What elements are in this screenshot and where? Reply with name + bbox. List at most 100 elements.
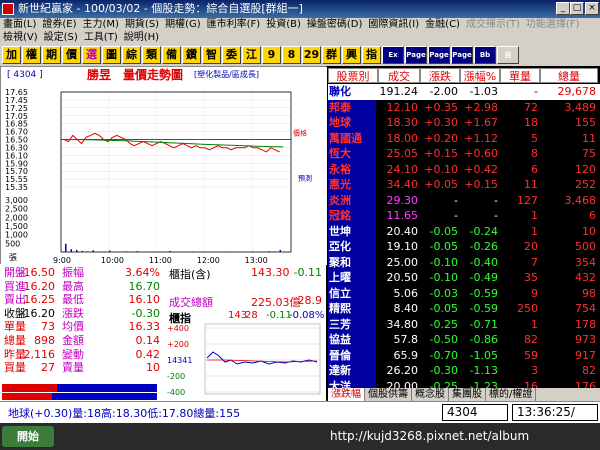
toolbar-button-5[interactable]: 圖 (102, 46, 121, 64)
toolbar-button-20[interactable]: Page (405, 46, 427, 64)
table-cell: 3,468 (564, 193, 597, 207)
table-row[interactable]: 地球 18.30 +0.30 +1.67 18 155 (328, 115, 600, 131)
table-header-5[interactable]: 總量 (540, 68, 598, 83)
toolbar-button-16[interactable]: 群 (322, 46, 341, 64)
toolbar-button-1[interactable]: 權 (22, 46, 41, 64)
table-cell: 7 (531, 255, 538, 269)
table-cell: 98 (582, 286, 596, 300)
menu2-item-2[interactable]: 工具(T) (84, 32, 118, 43)
toolbar-button-7[interactable]: 類 (142, 46, 161, 64)
table-cell: 354 (575, 255, 596, 269)
toolbar-button-11[interactable]: 委 (222, 46, 241, 64)
table-header-3[interactable]: 漲幅% (460, 68, 500, 83)
table-row[interactable]: 達新 26.20 -0.30 -1.13 3 82 (328, 363, 600, 379)
table-row[interactable]: 亞化 19.10 -0.05 -0.26 20 500 (328, 239, 600, 255)
close-button[interactable]: × (585, 2, 599, 15)
table-row[interactable]: 冠銘 11.65 - - 1 6 (328, 208, 600, 224)
start-button[interactable]: 開始 (2, 426, 54, 447)
group-tab-4[interactable]: 標的/權證 (486, 388, 537, 401)
menu-item-9[interactable]: 金融(C) (425, 19, 460, 30)
menu-item-3[interactable]: 期貨(S) (125, 19, 159, 30)
toolbar-button-17[interactable]: 興 (342, 46, 361, 64)
table-row[interactable]: 聯化 191.24 -2.00 -1.03 - 29,678 (328, 84, 600, 100)
menu2-item-0[interactable]: 檢視(V) (3, 32, 38, 43)
toolbar-button-13[interactable]: 9 (262, 46, 281, 64)
menu-item-11[interactable]: 功能選擇(F) (526, 19, 580, 30)
table-header-1[interactable]: 成交 (378, 68, 420, 83)
menu2-item-3[interactable]: 說明(H) (124, 32, 159, 43)
toolbar-button-9[interactable]: 鑽 (182, 46, 201, 64)
table-cell: 250 (517, 302, 538, 315)
table-row[interactable]: 炎洲 29.30 - - 127 3,468 (328, 192, 600, 208)
table-row[interactable]: 永裕 24.10 +0.10 +0.42 6 120 (328, 161, 600, 177)
menu-item-0[interactable]: 畫面(L) (3, 19, 36, 30)
toolbar-button-24[interactable]: 自 (497, 46, 519, 64)
menu-item-6[interactable]: 投資(B) (266, 19, 301, 30)
quote-value: 2,116 (23, 347, 56, 361)
group-tab-3[interactable]: 集團股 (449, 388, 486, 401)
table-cell: 34.40 (386, 178, 419, 191)
toolbar-button-19[interactable]: Ex (382, 46, 404, 64)
maximize-button[interactable]: □ (570, 2, 584, 15)
group-tab-1[interactable]: 個股供籌 (365, 388, 412, 401)
group-tab-0[interactable]: 漲跌幅 (328, 388, 365, 401)
toolbar-button-2[interactable]: 期 (42, 46, 61, 64)
quote-value-2: 3.64% (125, 266, 160, 279)
mini-index-value-2: 28 (245, 310, 258, 321)
toolbar-button-12[interactable]: 江 (242, 46, 261, 64)
quote-value-2: 10 (146, 361, 160, 375)
table-cell: 18.30 (386, 116, 419, 129)
table-header-2[interactable]: 漲跌 (420, 68, 460, 83)
volume-bar (125, 251, 127, 252)
toolbar-button-15[interactable]: 29 (302, 46, 321, 64)
toolbar-button-23[interactable]: Bb (474, 46, 496, 64)
menu-item-1[interactable]: 證券(E) (42, 19, 76, 30)
table-cell: 75 (582, 147, 596, 160)
table-cell: 20 (524, 240, 538, 253)
menu-item-5[interactable]: 匯市利率(F) (207, 19, 261, 30)
table-row[interactable]: 精熙 8.40 -0.05 -0.59 250 754 (328, 301, 600, 317)
table-row[interactable]: 協益 57.8 -0.50 -0.86 82 973 (328, 332, 600, 348)
table-row[interactable]: 信立 5.06 -0.03 -0.59 9 98 (328, 285, 600, 301)
table-row[interactable]: 三芳 34.80 -0.25 -0.71 1 178 (328, 316, 600, 332)
menu-item-7[interactable]: 操盤密碼(D) (307, 19, 363, 30)
table-cell: +0.42 (464, 162, 498, 176)
table-header-0[interactable]: 股票別 (328, 68, 378, 83)
toolbar-button-21[interactable]: Page (428, 46, 450, 64)
table-row[interactable]: 晉倫 65.9 -0.70 -1.05 59 917 (328, 347, 600, 363)
toolbar-button-14[interactable]: 8 (282, 46, 301, 64)
group-tab-2[interactable]: 概念股 (412, 388, 449, 401)
toolbar-button-8[interactable]: 備 (162, 46, 181, 64)
table-row[interactable]: 邦泰 12.10 +0.35 +2.98 72 3,489 (328, 99, 600, 115)
price-volume-chart[interactable]: [ 4304 ] 勝昱 量價走勢圖 [塑化製品/區成長]17.6517.4517.25… (1, 67, 327, 265)
quote-value: 898 (34, 334, 55, 347)
minimize-button[interactable]: _ (556, 2, 570, 15)
app-icon[interactable] (2, 3, 14, 15)
table-row[interactable]: 萬國通 18.00 +0.20 +1.12 5 11 (328, 130, 600, 146)
toolbar-button-0[interactable]: 加 (2, 46, 21, 64)
table-row[interactable]: 恆大 25.05 +0.15 +0.60 8 75 (328, 146, 600, 162)
toolbar-button-22[interactable]: Page (451, 46, 473, 64)
table-row[interactable]: 聚和 25.00 -0.10 -0.40 7 354 (328, 254, 600, 270)
quote-label-2: 漲跌 (62, 306, 84, 320)
toolbar-button-18[interactable]: 指 (362, 46, 381, 64)
quote-row: 昨量 2,116 變動 0.42 (0, 348, 165, 362)
toolbar-button-4[interactable]: 選 (82, 46, 101, 64)
table-row[interactable]: 上曜 20.50 -0.10 -0.49 35 432 (328, 270, 600, 286)
menu-item-4[interactable]: 期權(G) (165, 19, 201, 30)
toolbar-button-3[interactable]: 價 (62, 46, 81, 64)
menu-item-10[interactable]: 成交揮示(T) (466, 19, 520, 30)
table-row[interactable]: 惠光 34.40 +0.05 +0.15 11 252 (328, 177, 600, 193)
menu2-item-1[interactable]: 設定(S) (44, 32, 78, 43)
toolbar-button-6[interactable]: 綜 (122, 46, 141, 64)
table-cell: 地球 (328, 115, 376, 131)
volume-tick-label: 2,500 (5, 205, 28, 214)
table-row[interactable]: 世坤 20.40 -0.05 -0.24 1 10 (328, 223, 600, 239)
stock-code-input[interactable]: 4304 (442, 404, 508, 421)
menu-item-8[interactable]: 國際資訊(I) (368, 19, 419, 30)
mini-index-chart[interactable]: +400 +200 14341 -200 -400 (165, 322, 326, 400)
toolbar-button-10[interactable]: 智 (202, 46, 221, 64)
menu-item-2[interactable]: 主力(M) (83, 19, 119, 30)
table-cell: - (494, 193, 498, 207)
table-header-4[interactable]: 單量 (500, 68, 540, 83)
